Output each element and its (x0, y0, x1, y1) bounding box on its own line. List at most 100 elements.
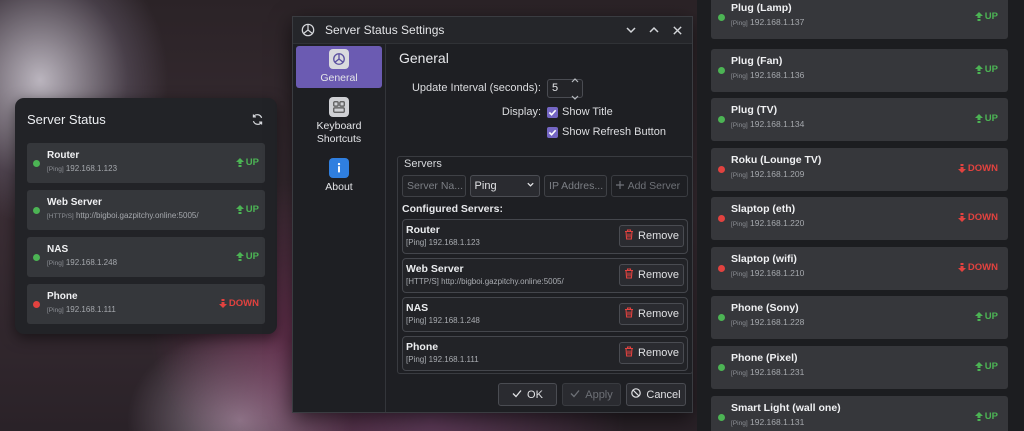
status-badge: DOWN (957, 212, 998, 223)
server-type-value: Ping (474, 180, 497, 192)
server-type-tag: [Ping] (731, 73, 748, 80)
update-interval-spinbox[interactable]: 5 (547, 78, 583, 100)
arrow-up-icon (235, 158, 244, 167)
server-address-value: 192.168.1.210 (750, 268, 805, 278)
keyboard-shortcuts-icon (329, 97, 349, 117)
servers-group-title: Servers (404, 158, 442, 170)
remove-button[interactable]: Remove (619, 303, 684, 325)
status-dot (33, 301, 40, 308)
status-badge: UP (235, 251, 259, 262)
server-name: Router (47, 150, 80, 161)
status-dot (718, 67, 725, 74)
status-dot (33, 254, 40, 261)
arrow-up-icon (974, 114, 983, 123)
dialog-button-box: OK Apply Cancel (498, 383, 686, 406)
remove-button[interactable]: Remove (619, 264, 684, 286)
server-address-value: 192.168.1.248 (65, 258, 118, 267)
server-address: [Ping] 192.168.1.134 (731, 118, 1008, 132)
remove-label: Remove (638, 269, 679, 281)
status-text: UP (984, 411, 998, 422)
trash-icon (624, 229, 634, 243)
server-name-input[interactable]: Server Na... (402, 175, 466, 197)
ok-button[interactable]: OK (498, 383, 557, 406)
server-type-tag: [Ping] (47, 260, 64, 267)
status-text: UP (984, 64, 998, 75)
arrow-down-icon (957, 263, 966, 272)
remove-label: Remove (638, 230, 679, 242)
status-dot (718, 116, 725, 123)
show-refresh-checkbox[interactable]: Show Refresh Button (547, 126, 666, 138)
display-label: Display: (501, 106, 541, 118)
refresh-icon[interactable] (249, 111, 265, 127)
ip-address-input[interactable]: IP Addres... (544, 175, 607, 197)
show-refresh-label: Show Refresh Button (562, 126, 666, 138)
status-text: UP (984, 113, 998, 124)
info-icon (329, 158, 349, 178)
server-name: Plug (Fan) (731, 55, 783, 67)
configured-server-item: Router [Ping] 192.168.1.123 Remove (402, 219, 688, 254)
panel-row: Slaptop (wifi) [Ping] 192.168.1.210 DOWN (711, 247, 1008, 290)
server-address: [Ping] 192.168.1.131 (731, 416, 1008, 430)
status-dot (718, 414, 725, 421)
server-address-value: 192.168.1.123 (65, 164, 118, 173)
status-text: DOWN (228, 298, 259, 309)
ok-label: OK (527, 388, 543, 401)
arrow-up-icon (235, 205, 244, 214)
server-address-value: 192.168.1.220 (750, 218, 805, 228)
trash-icon (624, 268, 634, 282)
widget-title: Server Status (27, 111, 106, 127)
spin-up-icon[interactable] (571, 70, 579, 88)
server-type-tag: [Ping] (731, 172, 748, 179)
remove-label: Remove (638, 347, 679, 359)
remove-button[interactable]: Remove (619, 225, 684, 247)
close-icon[interactable] (666, 19, 688, 41)
add-server-button[interactable]: Add Server (610, 175, 688, 197)
nav-label: About (325, 181, 353, 193)
nav-item-keyboard-shortcuts[interactable]: Keyboard Shortcuts (296, 94, 382, 149)
configured-server-item: Web Server [HTTP/S] http://bigboi.gazpit… (402, 258, 688, 293)
status-dot (718, 364, 725, 371)
nav-item-general[interactable]: General (296, 46, 382, 88)
server-address: [Ping] 192.168.1.137 (731, 16, 1008, 30)
dialog-title: Server Status Settings (325, 23, 445, 37)
server-type-tag: [Ping] (731, 122, 748, 129)
general-settings-icon (329, 49, 349, 69)
nav-item-about[interactable]: About (296, 155, 382, 197)
add-server-row: Server Na... Ping IP Addres... Add Serve… (402, 175, 688, 197)
panel-row: Smart Light (wall one) [Ping] 192.168.1.… (711, 396, 1008, 431)
status-dot (718, 14, 725, 21)
remove-button[interactable]: Remove (619, 342, 684, 364)
minimize-chevron-icon[interactable] (620, 19, 642, 41)
status-dot (33, 207, 40, 214)
cancel-button[interactable]: Cancel (626, 383, 686, 406)
panel-row: Plug (Lamp) [Ping] 192.168.1.137 UP (711, 0, 1008, 39)
server-address: [Ping] 192.168.1.228 (731, 316, 1008, 330)
plus-icon (615, 180, 624, 192)
status-text: UP (245, 157, 259, 168)
server-type-select[interactable]: Ping (469, 175, 541, 197)
spin-arrows (571, 70, 579, 106)
status-dot (718, 215, 725, 222)
widget-row: Phone [Ping] 192.168.1.111 DOWN (27, 284, 265, 324)
arrow-up-icon (974, 65, 983, 74)
server-address-value: 192.168.1.228 (750, 317, 805, 327)
server-name: Phone (Sony) (731, 302, 799, 314)
status-dot (718, 265, 725, 272)
status-text: DOWN (967, 262, 998, 273)
server-address-value: 192.168.1.111 (65, 305, 116, 314)
apply-button[interactable]: Apply (562, 383, 621, 406)
spin-down-icon[interactable] (571, 88, 579, 106)
maximize-chevron-icon[interactable] (643, 19, 665, 41)
panel-row: Plug (TV) [Ping] 192.168.1.134 UP (711, 98, 1008, 141)
status-badge: UP (974, 411, 998, 422)
panel-row: Roku (Lounge TV) [Ping] 192.168.1.209 DO… (711, 148, 1008, 191)
dialog-titlebar[interactable]: Server Status Settings (293, 17, 692, 44)
show-title-checkbox[interactable]: Show Title (547, 106, 613, 118)
update-interval-value: 5 (552, 82, 559, 94)
server-address: [Ping] 192.168.1.136 (731, 69, 1008, 83)
status-badge: DOWN (218, 298, 259, 309)
status-badge: UP (974, 311, 998, 322)
server-status-panel: Plug (Lamp) [Ping] 192.168.1.137 UP Plug… (697, 0, 1024, 431)
checkmark-icon (512, 389, 522, 401)
status-badge: UP (974, 361, 998, 372)
